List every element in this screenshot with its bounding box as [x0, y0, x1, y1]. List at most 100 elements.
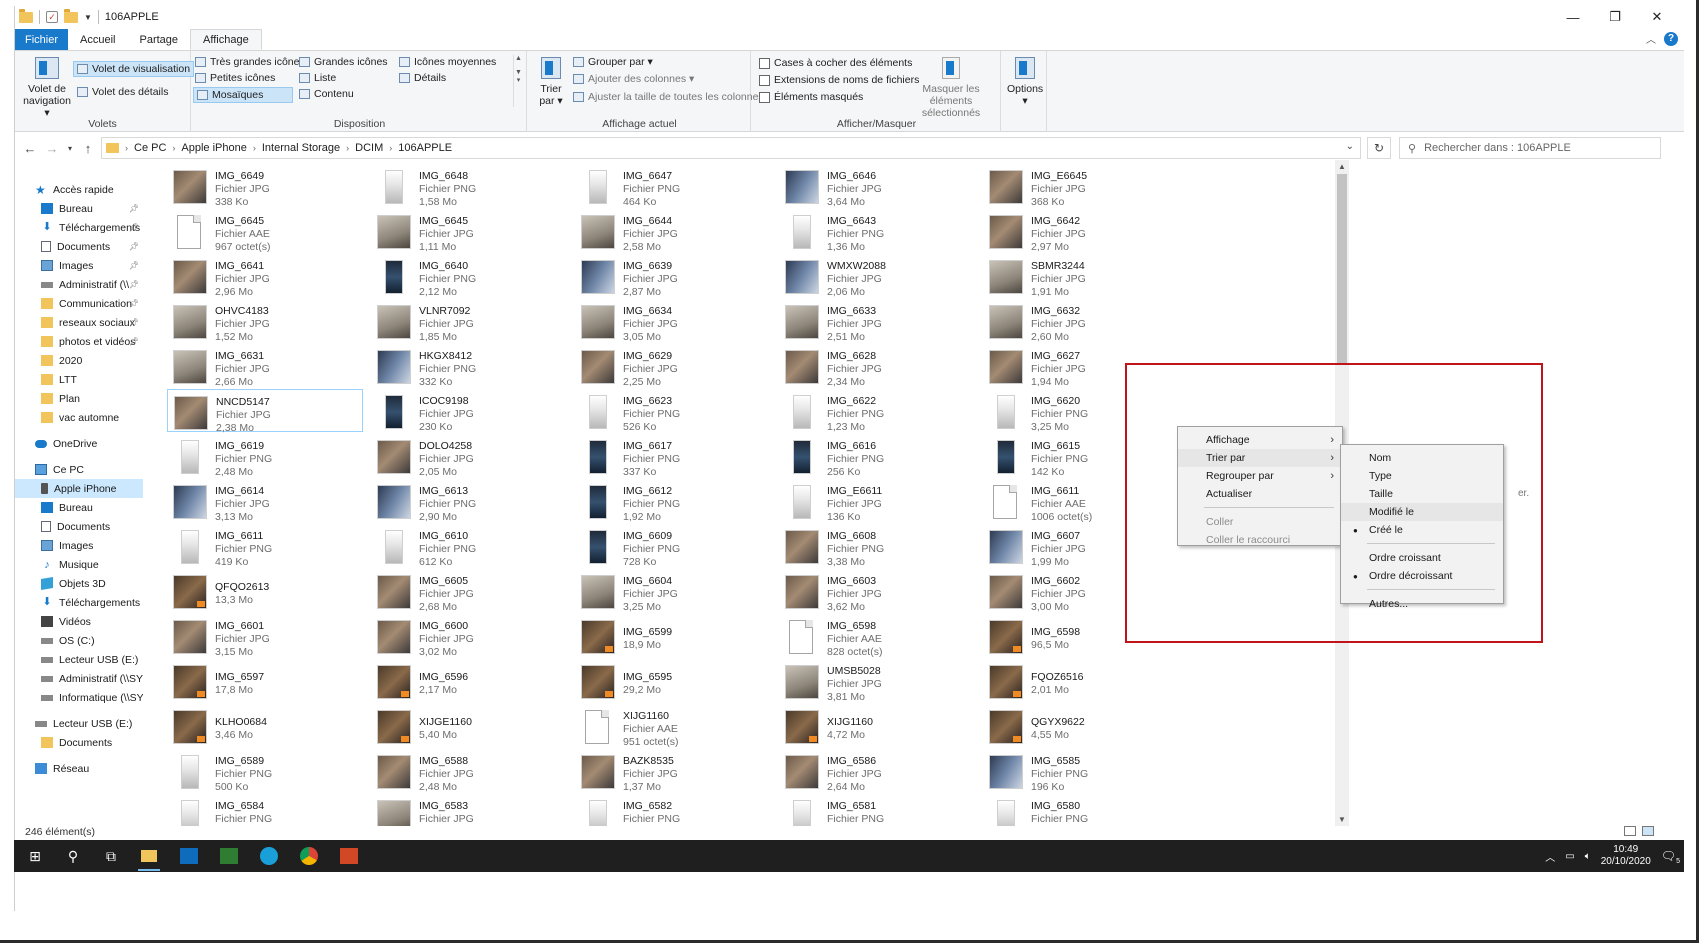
file-tile[interactable]: IMG_6597 17,8 Mo [167, 659, 363, 702]
file-tile[interactable]: IMG_6588 Fichier JPG 2,48 Mo [371, 749, 567, 793]
tab-partage[interactable]: Partage [127, 29, 190, 50]
nav-item[interactable]: Ce PC [15, 460, 143, 479]
properties-icon[interactable]: ✓ [46, 11, 58, 23]
nav-item[interactable]: ★ Accès rapide [15, 180, 143, 199]
chevron-up-icon[interactable]: ︿ [1545, 849, 1555, 864]
file-tile[interactable]: BAZK8535 Fichier JPG 1,37 Mo [575, 749, 771, 793]
chevron-right-icon[interactable]: › [253, 143, 256, 153]
layout-medium-icons[interactable]: Icônes moyennes [399, 56, 496, 68]
tab-fichier[interactable]: Fichier [15, 29, 69, 50]
hide-selected-button[interactable]: Masquer les éléments sélectionnés [905, 57, 997, 119]
nav-item[interactable]: Administratif (\\ 📌︎ [15, 275, 143, 294]
details-view-icon[interactable] [1624, 826, 1636, 836]
details-pane-button[interactable]: Volet des détails [77, 86, 168, 98]
file-tile[interactable]: IMG_6632 Fichier JPG 2,60 Mo [983, 299, 1179, 343]
breadcrumb-106apple[interactable]: 106APPLE [398, 142, 452, 154]
layout-details[interactable]: Détails [399, 72, 446, 84]
menu-item[interactable]: Trier par › [1178, 449, 1342, 467]
nav-item[interactable]: Lecteur USB (E:) [15, 650, 143, 669]
chrome-icon[interactable] [298, 845, 320, 867]
nav-item[interactable]: Documents 📌︎ [15, 237, 143, 256]
layout-tiles[interactable]: Mosaïques [193, 87, 293, 103]
checkbox[interactable] [759, 91, 770, 103]
nav-item[interactable]: Administratif (\\SYI [15, 669, 143, 688]
search-icon[interactable]: ⚲ [62, 845, 84, 867]
nav-item[interactable]: Images [15, 536, 143, 555]
nav-item[interactable]: 2020 [15, 351, 143, 370]
menu-item[interactable]: Regrouper par › [1178, 467, 1342, 485]
file-tile[interactable]: UMSB5028 Fichier JPG 3,81 Mo [779, 659, 975, 703]
menu-item[interactable]: Affichage › [1178, 431, 1342, 449]
chevron-right-icon[interactable]: › [125, 143, 128, 153]
outlook-icon[interactable] [178, 845, 200, 867]
clock[interactable]: 10:49 20/10/2020 [1601, 844, 1651, 868]
scroll-up-icon[interactable]: ▲ [1335, 162, 1349, 171]
nav-item[interactable]: Apple iPhone [15, 479, 143, 498]
nav-item[interactable]: Objets 3D [15, 574, 143, 593]
file-tile[interactable]: IMG_6640 Fichier PNG 2,12 Mo [371, 254, 567, 298]
menu-item[interactable]: Nom [1341, 449, 1503, 467]
back-arrow-icon[interactable]: ← [19, 141, 41, 156]
menu-item[interactable]: Type [1341, 467, 1503, 485]
chevron-right-icon[interactable]: › [389, 143, 392, 153]
scroll-down-icon[interactable]: ▼ [1335, 815, 1349, 824]
nav-item[interactable]: Documents [15, 733, 143, 752]
customize-toolbar-icon[interactable]: ▼ [84, 13, 92, 22]
item-checkboxes-toggle[interactable]: Cases à cocher des éléments [759, 57, 912, 69]
refresh-button[interactable]: ↻ [1367, 137, 1391, 159]
file-tile[interactable]: IMG_E6645 Fichier JPG 368 Ko [983, 164, 1179, 208]
file-tile[interactable]: IMG_6617 Fichier PNG 337 Ko [575, 434, 771, 478]
file-tile[interactable]: IMG_6633 Fichier JPG 2,51 Mo [779, 299, 975, 343]
file-tile[interactable]: IMG_6585 Fichier PNG 196 Ko [983, 749, 1179, 793]
file-tile[interactable]: IMG_6644 Fichier JPG 2,58 Mo [575, 209, 771, 253]
file-tile[interactable]: IMG_6612 Fichier PNG 1,92 Mo [575, 479, 771, 523]
file-tile[interactable]: OHVC4183 Fichier JPG 1,52 Mo [167, 299, 363, 343]
layout-list[interactable]: Liste [299, 72, 336, 84]
notifications-icon[interactable]: 🗨︎ 5 [1661, 849, 1680, 865]
file-tile[interactable]: SBMR3244 Fichier JPG 1,91 Mo [983, 254, 1179, 298]
edge-icon[interactable] [258, 845, 280, 867]
file-tile[interactable]: IMG_6580Fichier PNG1.53 Mo [983, 794, 1179, 826]
file-tile[interactable]: IMG_6629 Fichier JPG 2,25 Mo [575, 344, 771, 388]
file-tile[interactable]: IMG_6641 Fichier JPG 2,96 Mo [167, 254, 363, 298]
menu-item[interactable]: Coller [1178, 513, 1342, 531]
file-tile[interactable]: IMG_6596 2,17 Mo [371, 659, 567, 702]
file-tile[interactable]: IMG_6639 Fichier JPG 2,87 Mo [575, 254, 771, 298]
layout-gallery-scroll[interactable]: ▲ ▼ ▾ [513, 55, 523, 107]
file-tile[interactable]: IMG_6616 Fichier PNG 256 Ko [779, 434, 975, 478]
nav-item[interactable]: OS (C:) [15, 631, 143, 650]
file-tile[interactable]: IMG_6642 Fichier JPG 2,97 Mo [983, 209, 1179, 253]
breadcrumb-dcim[interactable]: DCIM [355, 142, 383, 154]
hidden-items-toggle[interactable]: Éléments masqués [759, 91, 863, 103]
search-box[interactable]: ⚲ Rechercher dans : 106APPLE [1399, 137, 1661, 159]
task-view-icon[interactable]: ⧉ [100, 845, 122, 867]
breadcrumb-apple-iphone[interactable]: Apple iPhone [181, 142, 246, 154]
checkbox[interactable] [759, 74, 770, 86]
file-tile[interactable]: IMG_6634 Fichier JPG 3,05 Mo [575, 299, 771, 343]
file-tile[interactable]: IMG_6600 Fichier JPG 3,02 Mo [371, 614, 567, 658]
file-tile[interactable]: IMG_6582Fichier PNG302 Ko [575, 794, 771, 826]
menu-item[interactable]: Modifié le [1341, 503, 1503, 521]
file-tile[interactable]: IMG_6610 Fichier PNG 612 Ko [371, 524, 567, 568]
file-tile[interactable]: IMG_6595 29,2 Mo [575, 659, 771, 702]
powerpoint-icon[interactable] [338, 845, 360, 867]
file-tile[interactable]: IMG_6647 Fichier PNG 464 Ko [575, 164, 771, 208]
file-tile[interactable]: VLNR7092 Fichier JPG 1,85 Mo [371, 299, 567, 343]
file-tile[interactable]: IMG_6604 Fichier JPG 3,25 Mo [575, 569, 771, 613]
file-tile[interactable]: IMG_6601 Fichier JPG 3,15 Mo [167, 614, 363, 658]
nav-item[interactable]: Vidéos [15, 612, 143, 631]
file-tile[interactable]: IMG_6584Fichier PNG555 Ko [167, 794, 363, 826]
file-tile[interactable]: IMG_6609 Fichier PNG 728 Ko [575, 524, 771, 568]
file-tile[interactable]: IMG_6645 Fichier JPG 1,11 Mo [371, 209, 567, 253]
scrollbar-thumb[interactable] [1337, 174, 1347, 364]
file-tile[interactable]: FQOZ6516 2,01 Mo [983, 659, 1179, 702]
maximize-button[interactable]: ❐ [1594, 6, 1636, 28]
file-extensions-toggle[interactable]: Extensions de noms de fichiers [759, 74, 919, 86]
file-tile[interactable]: IMG_6619 Fichier PNG 2,48 Mo [167, 434, 363, 478]
options-button[interactable]: Options ▾ [1007, 57, 1043, 107]
layout-small-icons[interactable]: Petites icônes [195, 72, 275, 84]
file-tile[interactable]: IMG_6631 Fichier JPG 2,66 Mo [167, 344, 363, 388]
file-tile[interactable]: XIJG1160 4,72 Mo [779, 704, 975, 747]
file-tile[interactable]: IMG_6645 Fichier AAE 967 octet(s) [167, 209, 363, 253]
file-tile[interactable]: IMG_6649 Fichier JPG 338 Ko [167, 164, 363, 208]
